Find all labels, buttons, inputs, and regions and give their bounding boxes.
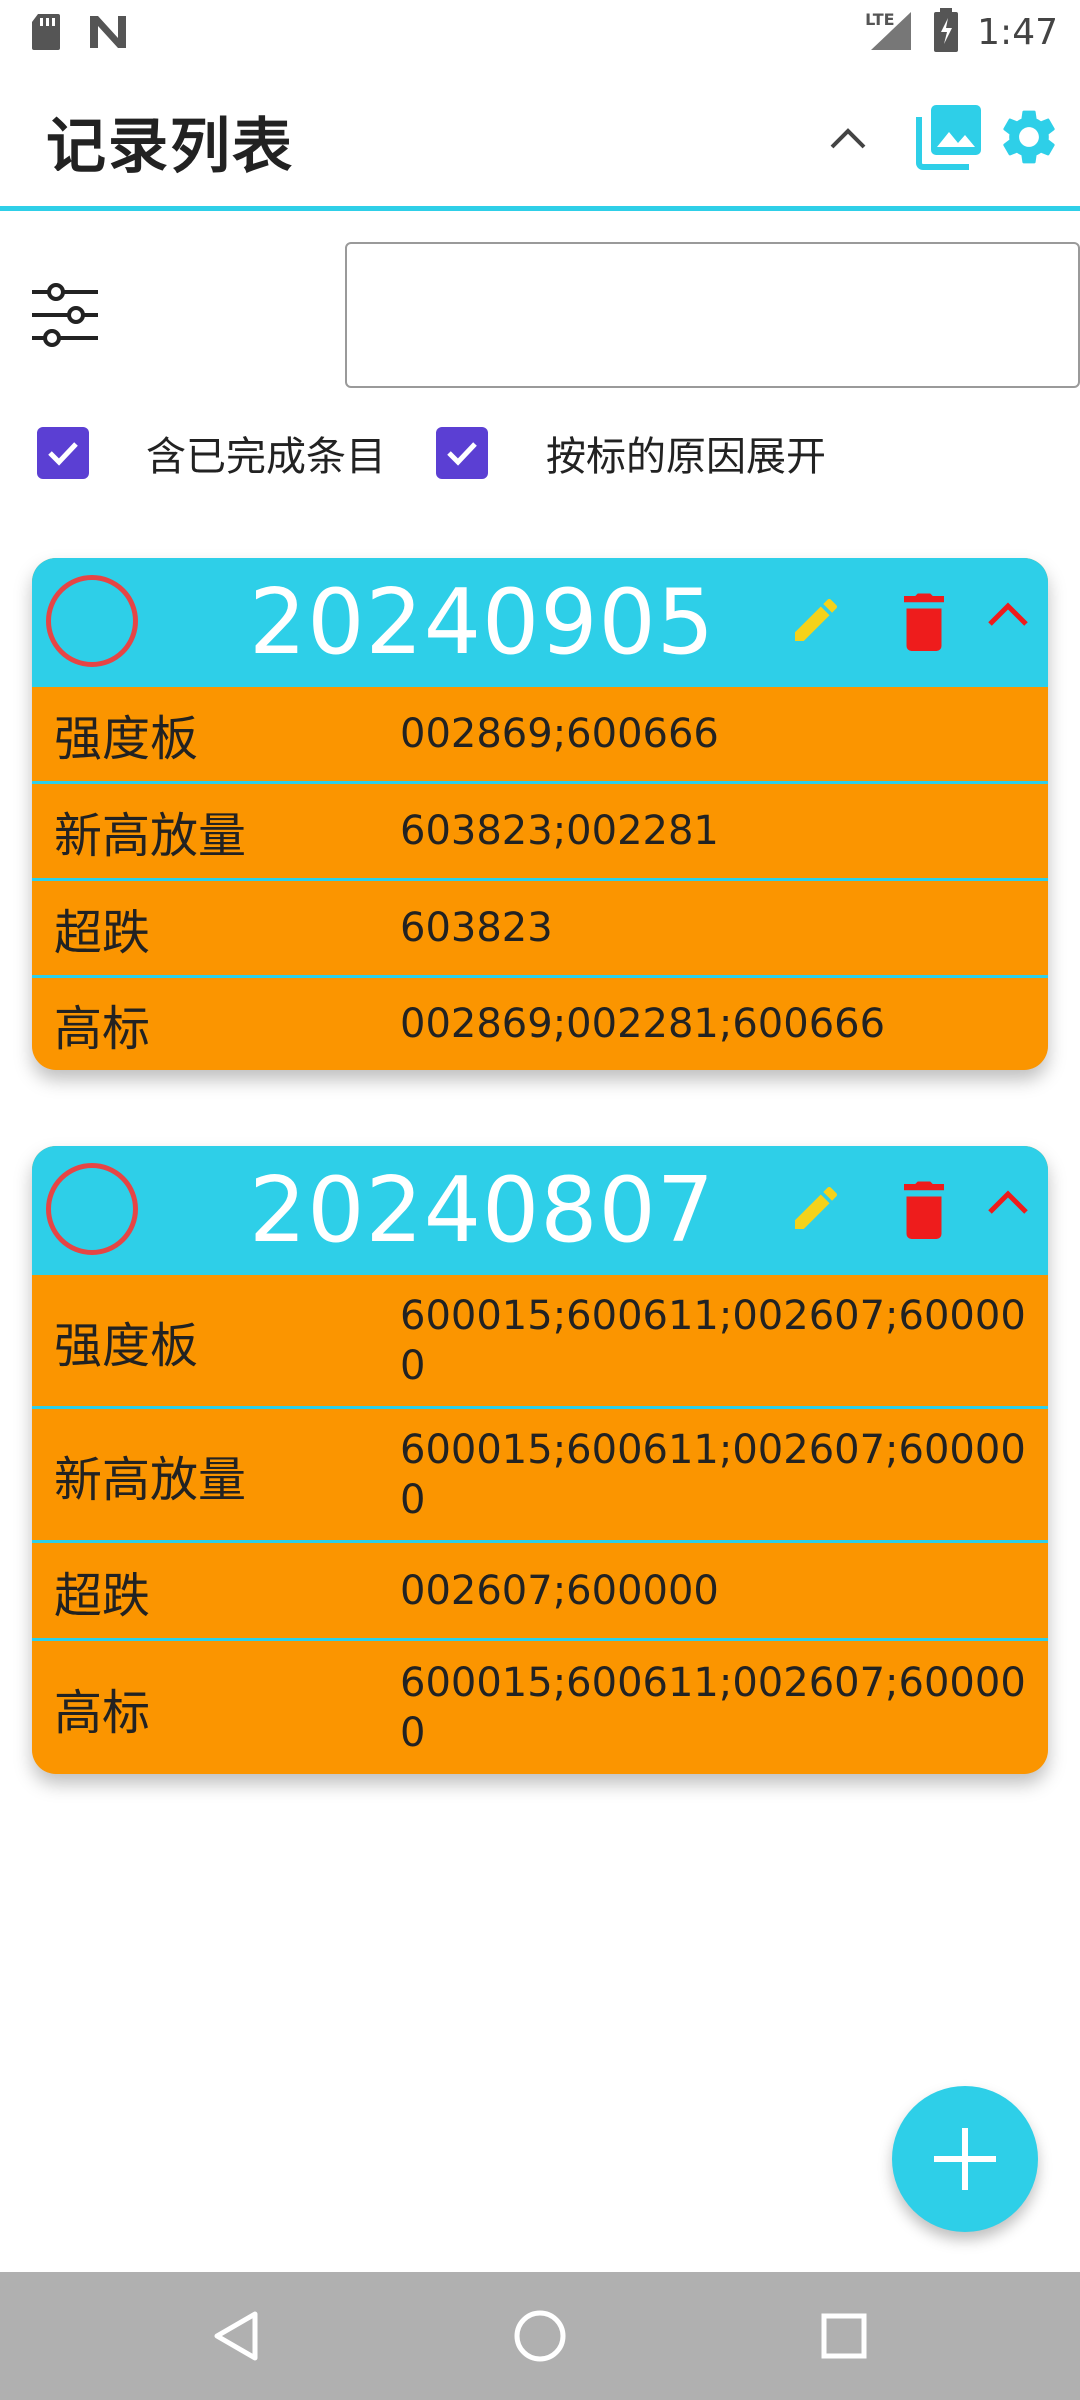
include-completed-checkbox[interactable]	[37, 427, 89, 479]
card-row: 高标 002869;002281;600666	[32, 975, 1048, 1070]
app-bar-divider	[0, 206, 1080, 211]
home-icon[interactable]	[502, 2298, 578, 2374]
card-row: 超跌 002607;600000	[32, 1540, 1048, 1638]
row-value: 600015;600611;002607;600000	[400, 1659, 1026, 1756]
row-value: 002869;600666	[400, 711, 719, 757]
row-value: 002607;600000	[400, 1567, 719, 1614]
status-bar: LTE 1:47	[0, 0, 1080, 64]
delete-icon[interactable]	[894, 588, 958, 654]
gallery-icon[interactable]	[914, 100, 986, 172]
expand-by-reason-checkbox[interactable]	[436, 427, 488, 479]
row-key: 新高放量	[54, 1451, 247, 1508]
card-header: 20240807	[32, 1146, 1048, 1272]
recents-icon[interactable]	[806, 2298, 882, 2374]
row-value: 603823;002281	[400, 808, 719, 854]
record-card: 20240905 强度板 002869;600666 新高放量 603823;0…	[32, 558, 1048, 1070]
chevron-up-icon[interactable]	[820, 110, 876, 166]
clock-time: 1:47	[977, 11, 1058, 53]
row-value: 600015;600611;002607;600000	[400, 1426, 1026, 1523]
page-title: 记录列表	[46, 112, 294, 182]
card-row: 强度板 002869;600666	[32, 684, 1048, 781]
expand-by-reason-label: 按标的原因展开	[546, 434, 826, 480]
plus-icon	[934, 2128, 996, 2190]
record-card: 20240807 强度板 600015;600611;002607;600000…	[32, 1146, 1048, 1774]
delete-icon[interactable]	[894, 1176, 958, 1242]
battery-charging-icon	[933, 8, 959, 56]
back-icon[interactable]	[198, 2298, 274, 2374]
row-value: 002869;002281;600666	[400, 1001, 886, 1047]
row-key: 超跌	[54, 905, 151, 961]
row-value: 600015;600611;002607;600000	[400, 1292, 1026, 1389]
row-key: 超跌	[54, 1567, 151, 1624]
card-row: 超跌 603823	[32, 878, 1048, 975]
edit-icon[interactable]	[788, 1180, 848, 1240]
settings-icon[interactable]	[994, 102, 1064, 172]
card-row: 高标 600015;600611;002607;600000	[32, 1638, 1048, 1774]
card-row: 强度板 600015;600611;002607;600000	[32, 1272, 1048, 1406]
collapse-chevron-icon[interactable]	[986, 598, 1034, 642]
signal-icon: LTE	[865, 8, 915, 56]
include-completed-label: 含已完成条目	[146, 434, 386, 480]
collapse-chevron-icon[interactable]	[986, 1186, 1034, 1230]
row-key: 高标	[54, 1684, 151, 1741]
add-record-button[interactable]	[892, 2086, 1038, 2232]
card-row: 新高放量 600015;600611;002607;600000	[32, 1406, 1048, 1540]
row-key: 强度板	[54, 1317, 199, 1374]
system-nav-bar	[0, 2272, 1080, 2400]
n-logo-icon	[88, 14, 128, 54]
row-key: 高标	[54, 1001, 151, 1057]
filter-sliders-icon[interactable]	[30, 280, 100, 350]
app-bar: 记录列表	[0, 64, 1080, 208]
row-key: 新高放量	[54, 808, 247, 864]
search-input[interactable]	[345, 242, 1080, 388]
sd-card-icon	[30, 12, 62, 56]
row-key: 强度板	[54, 711, 199, 767]
card-row: 新高放量 603823;002281	[32, 781, 1048, 878]
network-type-label: LTE	[865, 10, 895, 29]
card-header: 20240905	[32, 558, 1048, 684]
edit-icon[interactable]	[788, 592, 848, 652]
row-value: 603823	[400, 905, 553, 951]
